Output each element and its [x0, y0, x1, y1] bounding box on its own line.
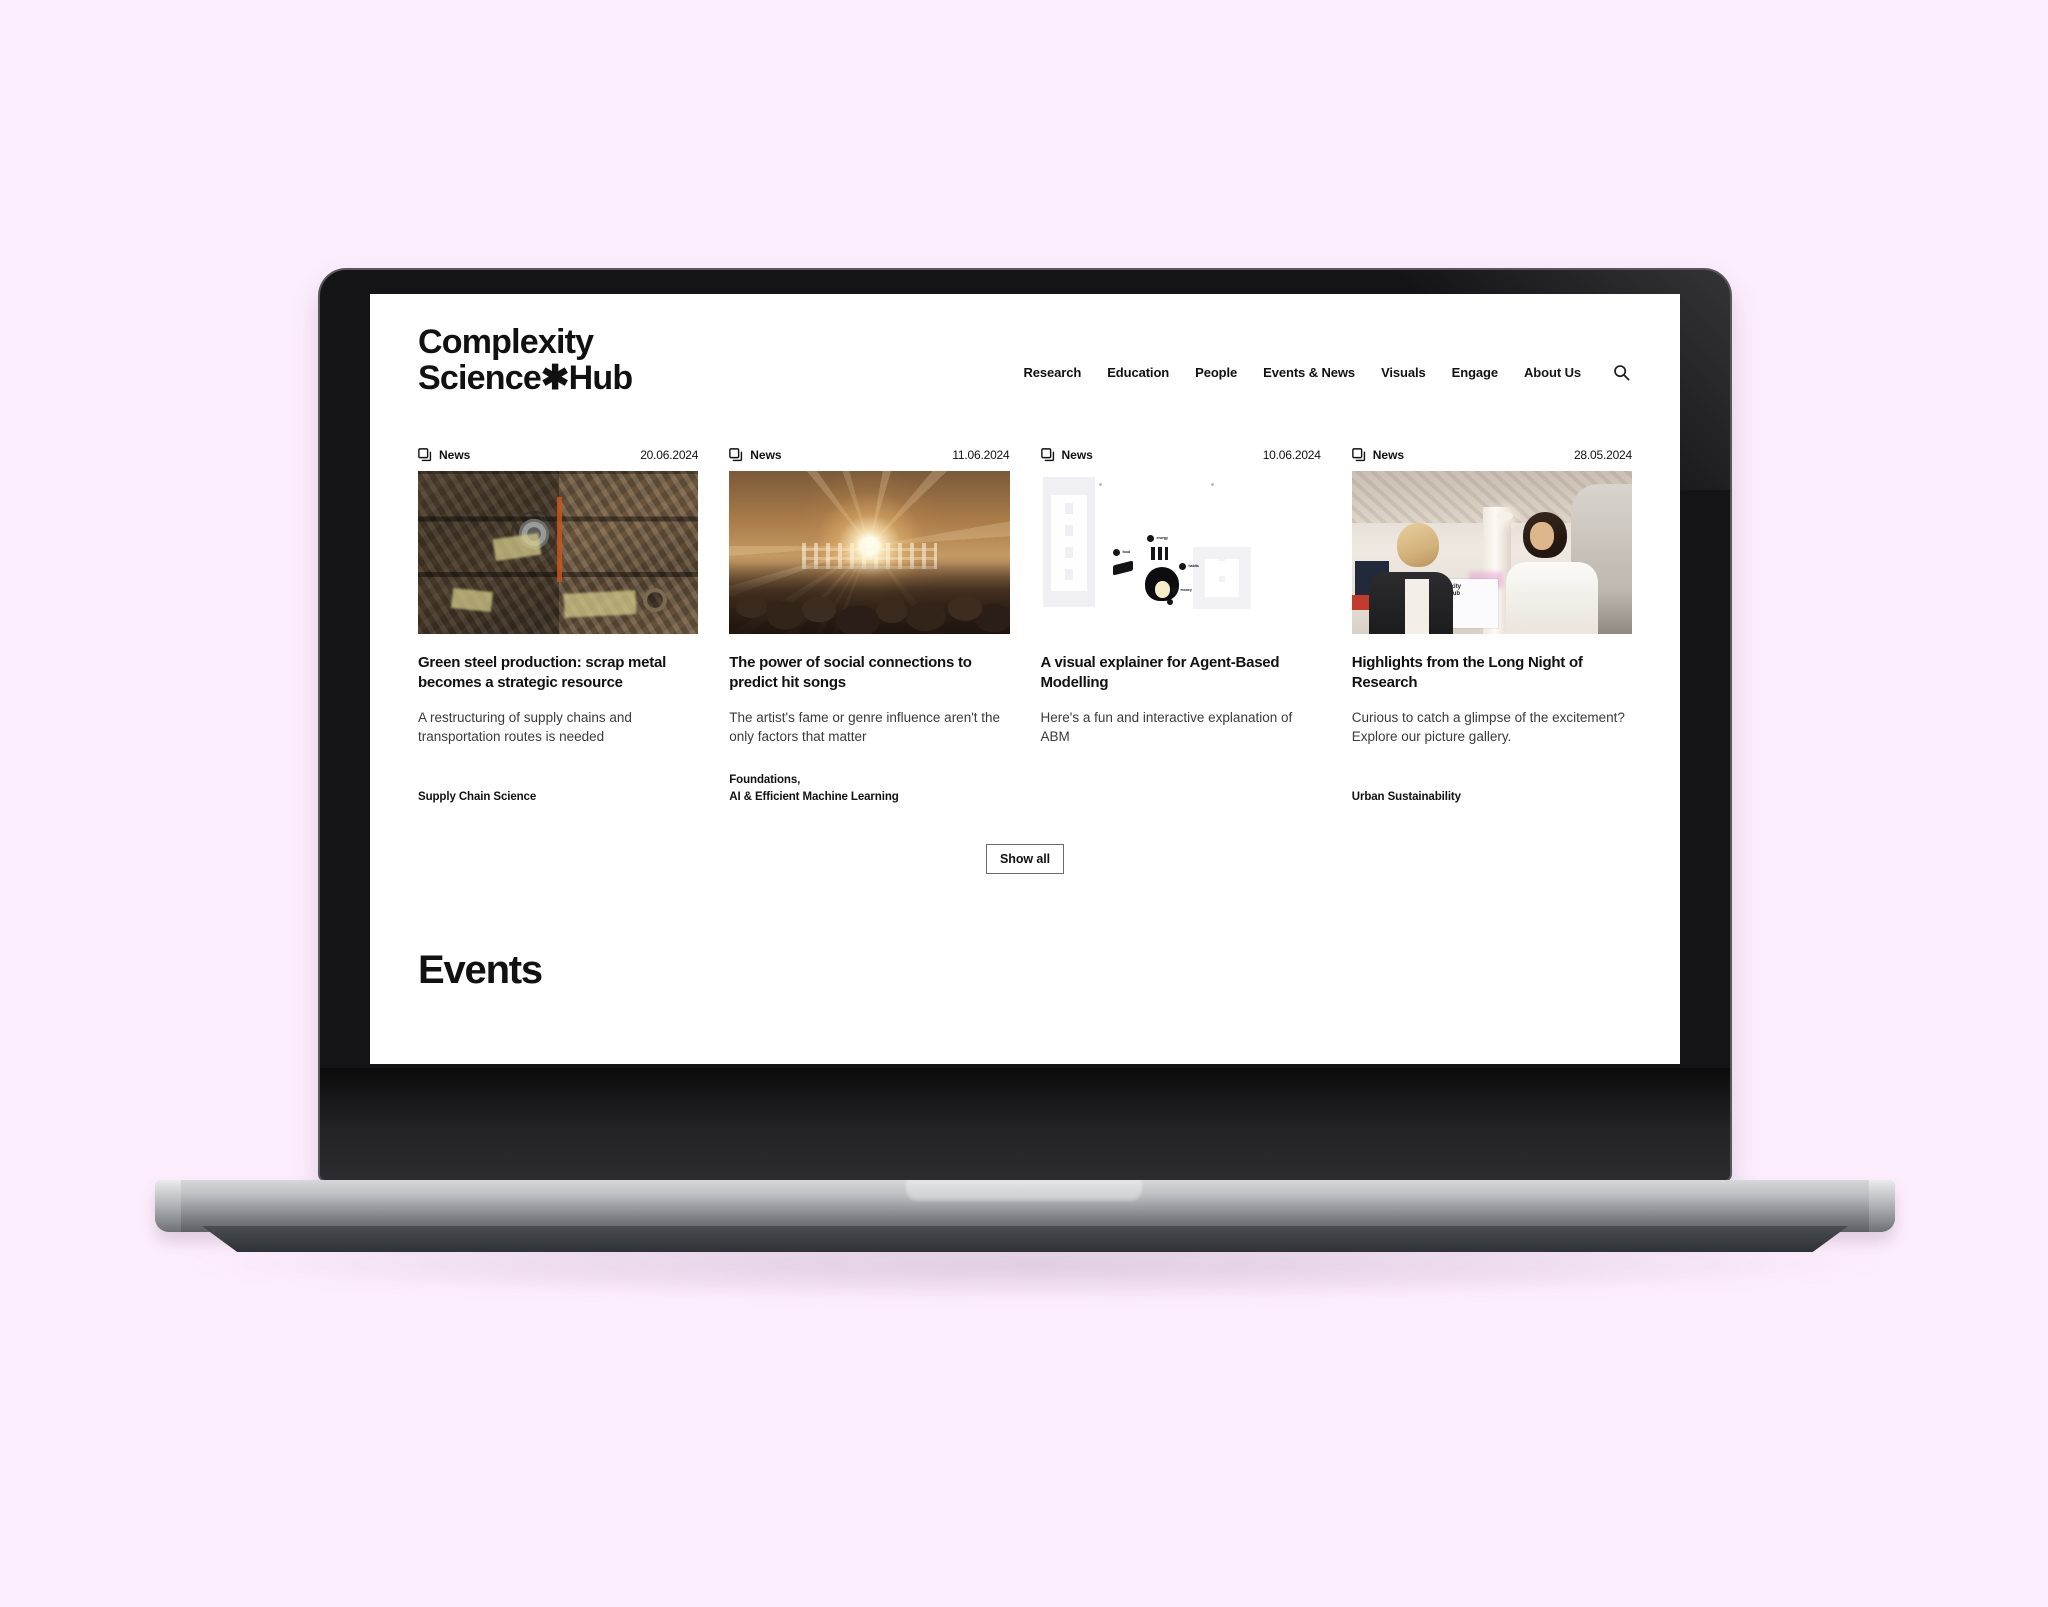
person-right-body: [1505, 562, 1598, 635]
nav-item-research[interactable]: Research: [1023, 365, 1081, 380]
nav-item-engage[interactable]: Engage: [1452, 365, 1498, 380]
events-section: Events: [370, 874, 1680, 993]
speck-dot: [1210, 483, 1214, 487]
bar-chart-icon: [1150, 547, 1168, 561]
card-tags: Supply Chain Science: [418, 763, 698, 806]
person-right-face: [1529, 521, 1554, 550]
nav-item-education[interactable]: Education: [1107, 365, 1169, 380]
card-title[interactable]: The power of social connections to predi…: [729, 653, 1009, 692]
laptop-base-notch: [905, 1180, 1143, 1202]
node-habits-label: habits: [1188, 564, 1199, 569]
card-tag[interactable]: Urban Sustainability: [1352, 789, 1632, 806]
website-page: Complexity Science✱Hub Research Educatio…: [370, 294, 1680, 1064]
site-logo[interactable]: Complexity Science✱Hub: [418, 324, 633, 396]
ceiling-lamp: [1497, 511, 1514, 520]
card-description: Here's a fun and interactive explanation…: [1040, 710, 1293, 745]
card-title[interactable]: Green steel production: scrap metal beco…: [418, 653, 698, 692]
building-left: [1042, 477, 1095, 608]
card-meta: News 20.06.2024: [418, 448, 698, 462]
node-food-label: food: [1122, 550, 1131, 555]
node-energy-icon: [1146, 535, 1154, 543]
wheel-rim-2: [636, 581, 673, 618]
news-card[interactable]: News 20.06.2024 Green steel production: …: [418, 448, 698, 806]
card-meta-left: News: [1351, 448, 1405, 463]
orange-post: [556, 497, 562, 582]
card-image-scrap-metal[interactable]: [418, 471, 699, 635]
card-description: A restructuring of supply chains and tra…: [418, 710, 632, 745]
card-kind-label: News: [1061, 448, 1093, 463]
laptop-lid: Complexity Science✱Hub Research Educatio…: [320, 270, 1730, 1180]
card-image-abm-illustration[interactable]: energy food habits money: [1040, 471, 1321, 635]
speck-dot: [1098, 483, 1102, 487]
card-date: 11.06.2024: [952, 448, 1010, 463]
card-image-concert[interactable]: [729, 471, 1010, 635]
card-meta-left: News: [729, 448, 782, 463]
crowd-silhouettes: [729, 562, 1010, 635]
card-tag[interactable]: Supply Chain Science: [418, 789, 698, 806]
laptop-base-right-edge: [1869, 1180, 1895, 1232]
screen-viewport: Complexity Science✱Hub Research Educatio…: [370, 294, 1680, 1064]
lid-chin: [320, 1068, 1730, 1180]
news-card[interactable]: News 10.06.2024 energy food habits money…: [1040, 448, 1321, 806]
card-meta: News 10.06.2024: [1040, 448, 1321, 463]
nav-item-visuals[interactable]: Visuals: [1381, 365, 1426, 380]
card-kind-label: News: [750, 448, 782, 463]
card-tags: Foundations, AI & Efficient Machine Lear…: [729, 746, 1009, 805]
search-icon[interactable]: [1613, 364, 1630, 381]
node-habits-icon: [1178, 563, 1186, 571]
node-food-icon: [1112, 549, 1120, 557]
card-meta-left: News: [418, 448, 470, 462]
card-description: The artist's fame or genre influence are…: [729, 710, 1001, 745]
agent-face: [1154, 581, 1170, 599]
event-photo: omplexity nce✱Hub: [1351, 471, 1632, 635]
site-header: Complexity Science✱Hub Research Educatio…: [370, 294, 1680, 396]
events-section-title: Events: [418, 947, 543, 992]
news-card[interactable]: News 28.05.2024 Highlights from the Long…: [1351, 448, 1632, 806]
node-extra-icon: [1166, 599, 1173, 606]
card-kind-label: News: [439, 448, 471, 463]
card-image-event[interactable]: omplexity nce✱Hub: [1351, 471, 1632, 635]
agent-figure: [1144, 567, 1179, 603]
card-date: 10.06.2024: [1262, 448, 1321, 463]
card-date: 20.06.2024: [640, 448, 699, 463]
card-date: 28.05.2024: [1573, 448, 1632, 463]
node-money-icon: [1170, 587, 1178, 595]
copy-icon: [418, 448, 432, 462]
card-tag[interactable]: Foundations,: [729, 772, 1009, 789]
card-tag[interactable]: AI & Efficient Machine Learning: [729, 789, 1009, 806]
card-meta: News 11.06.2024: [729, 448, 1010, 463]
news-card-grid: News 20.06.2024 Green steel production: …: [370, 396, 1680, 806]
node-money-label: money: [1180, 588, 1192, 593]
person-left-shirt: [1404, 578, 1429, 635]
nav-item-people[interactable]: People: [1195, 365, 1237, 380]
card-title[interactable]: A visual explainer for Agent-Based Model…: [1041, 653, 1321, 692]
copy-icon: [1040, 448, 1054, 462]
card-meta: News 28.05.2024: [1351, 448, 1632, 463]
laptop-base-front: [201, 1226, 1849, 1252]
node-energy-label: energy: [1156, 536, 1168, 541]
card-description: Curious to catch a glimpse of the excite…: [1351, 710, 1625, 745]
card-title[interactable]: Highlights from the Long Night of Resear…: [1352, 653, 1632, 692]
card-tags: [1041, 780, 1321, 806]
card-tags: Urban Sustainability: [1352, 763, 1632, 806]
main-navigation: Research Education People Events & News …: [1023, 324, 1630, 381]
yellow-scrap-3: [563, 589, 637, 618]
card-kind-label: News: [1372, 448, 1405, 463]
building-right: [1192, 547, 1251, 610]
card-meta-left: News: [1040, 448, 1093, 463]
news-card[interactable]: News 11.06.2024 The power of social conn…: [729, 448, 1010, 806]
laptop-base-left-edge: [155, 1180, 181, 1232]
copy-icon: [729, 448, 743, 462]
nav-item-events-news[interactable]: Events & News: [1263, 365, 1355, 380]
laptop-mockup: Complexity Science✱Hub Research Educatio…: [0, 0, 2048, 1607]
copy-icon: [1351, 448, 1365, 462]
person-left-head: [1396, 523, 1439, 568]
yellow-scrap-2: [450, 588, 493, 613]
show-all-button[interactable]: Show all: [986, 843, 1064, 874]
nav-item-about-us[interactable]: About Us: [1524, 365, 1581, 380]
show-all-wrapper: Show all: [370, 843, 1680, 874]
